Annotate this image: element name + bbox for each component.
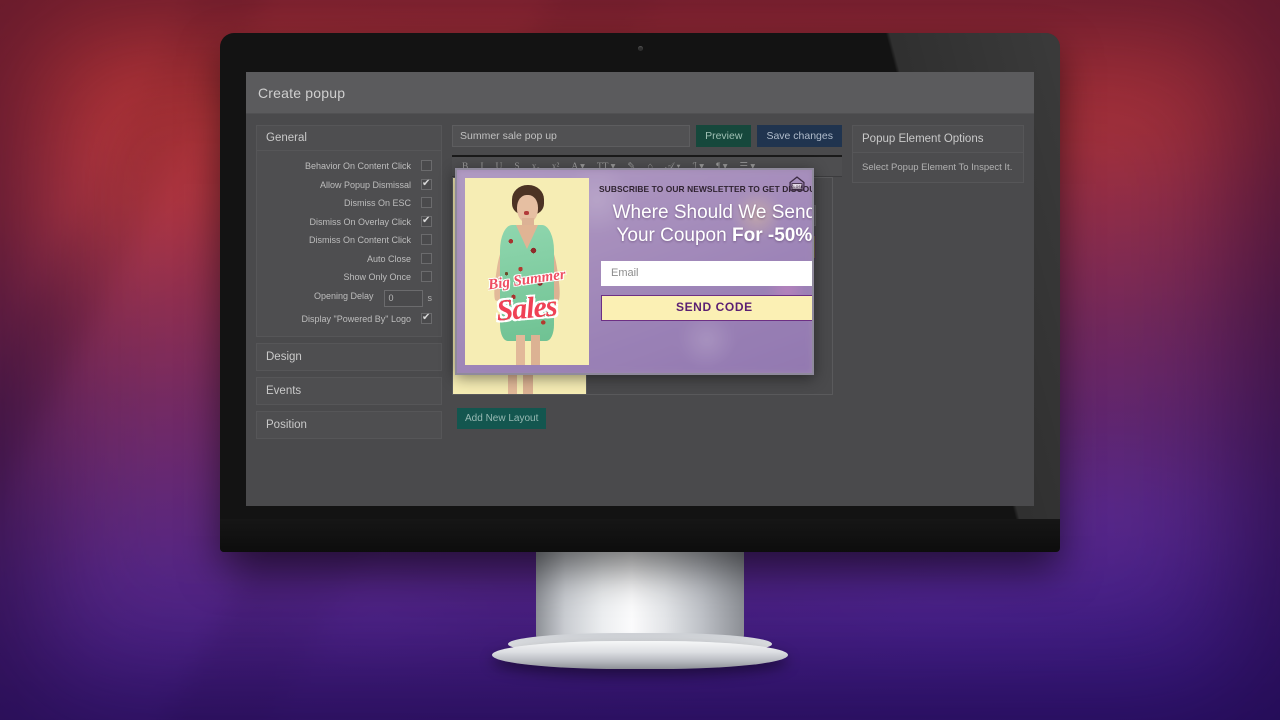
option-label: Opening Delay [313,290,374,301]
option-label: Allow Popup Dismissal [319,179,411,190]
option-behavior-on-content-click[interactable]: Behavior On Content Click [257,157,441,176]
option-dismiss-on-content-click[interactable]: Dismiss On Content Click [257,231,441,250]
preview-button[interactable]: Preview [696,125,752,147]
popup-name-input[interactable]: Summer sale pop up [452,125,691,147]
promo-image: Big Summer Sales [465,178,589,365]
option-label: Auto Close [366,253,411,264]
checkbox-dismiss-on-esc[interactable] [421,197,432,208]
app-body: General Behavior On Content Click Allow … [246,114,1034,506]
popup-headline-bold: For -50% [731,225,813,246]
checkbox-auto-close[interactable] [421,252,432,264]
opening-delay-unit: s [427,293,433,303]
sidebar-item-events[interactable]: Events [256,377,442,405]
checkbox-allow-popup-dismissal[interactable] [421,177,432,191]
option-dismiss-on-overlay-click[interactable]: Dismiss On Overlay Click [257,213,441,232]
popup-headline: Where Should We Send Your Coupon For -50… [599,201,813,247]
option-allow-popup-dismissal[interactable]: Allow Popup Dismissal [257,176,441,195]
app-screen: Create popup General Behavior On Content… [246,72,1034,506]
opening-delay-control: 0 s [383,289,433,307]
popup-email-input[interactable]: Email [601,261,812,286]
popup-content: SUBSCRIBE TO OUR NEWSLETTER TO GET DISCO… [589,170,814,373]
monitor-stand-base [492,641,788,669]
rich-text-editor: B I U S x₂ x² A ▾ TT ▾ ✎ ⌂ 𝒜 ▾ ℐ ▾ ¶ ▾ ☰… [452,155,842,445]
option-label: Dismiss On Overlay Click [309,216,411,227]
model-lips [523,210,530,215]
checkbox-behavior-on-content-click[interactable] [421,160,432,171]
app-header: Create popup [246,72,1034,114]
right-panel-empty-state: Select Popup Element To Inspect It. [852,153,1024,183]
monitor-bezel: Create popup General Behavior On Content… [220,33,1060,552]
sidebar-item-design[interactable]: Design [256,343,442,371]
option-auto-close[interactable]: Auto Close [257,250,441,269]
webcam-icon [637,46,643,51]
checkbox-dismiss-on-content-click[interactable] [421,234,432,245]
option-label: Dismiss On Content Click [308,235,411,245]
checkbox-powered-by-logo[interactable] [421,311,432,325]
option-powered-by-logo[interactable]: Display "Powered By" Logo [257,310,441,329]
popup-element-options-panel: Popup Element Options Select Popup Eleme… [852,125,1024,506]
checkbox-show-only-once[interactable] [421,271,432,282]
general-panel-body: Behavior On Content Click Allow Popup Di… [257,151,441,336]
option-show-only-once[interactable]: Show Only Once [257,268,441,287]
option-label: Dismiss On ESC [343,198,411,208]
option-dismiss-on-esc[interactable]: Dismiss On ESC [257,194,441,213]
opening-delay-input[interactable]: 0 [383,289,423,307]
right-panel-title: Popup Element Options [852,125,1024,153]
option-label: Behavior On Content Click [304,161,411,171]
popup-preview-overlay[interactable]: CLOSE Big Summer Sales SUBSCRIBE TO OUR … [455,168,814,375]
settings-sidebar: General Behavior On Content Click Allow … [256,125,442,506]
maker-watermark: MAKER [763,374,812,375]
popup-subtitle: SUBSCRIBE TO OUR NEWSLETTER TO GET DISCO… [599,184,814,194]
save-changes-button[interactable]: Save changes [757,125,842,147]
svg-text:CLOSE: CLOSE [791,185,804,189]
general-panel: General Behavior On Content Click Allow … [256,125,442,337]
editor-column: Summer sale pop up Preview Save changes … [452,125,842,506]
sidebar-item-position[interactable]: Position [256,411,442,439]
add-new-layout-button[interactable]: Add New Layout [457,408,547,429]
checkbox-dismiss-on-overlay-click[interactable] [421,214,432,228]
monitor-chin [220,519,1060,552]
popup-promo-image[interactable]: Big Summer Sales [465,178,589,365]
popup-send-code-button[interactable]: SEND CODE [601,295,812,321]
option-opening-delay[interactable]: Opening Delay 0 s [257,287,441,310]
editor-canvas: Big Summer Sales Email SEND CODE Add New… [452,168,842,445]
model-leg-right [530,335,541,365]
general-panel-header[interactable]: General [257,126,441,151]
page-title: Create popup [258,84,346,101]
monitor-mockup: Create popup General Behavior On Content… [220,33,1060,669]
editor-toolbar-row: Summer sale pop up Preview Save changes [452,125,842,147]
option-label: Display "Powered By" Logo [301,313,411,324]
close-icon[interactable]: CLOSE [787,174,807,194]
model-leg-left [515,335,526,365]
option-label: Show Only Once [343,272,411,282]
